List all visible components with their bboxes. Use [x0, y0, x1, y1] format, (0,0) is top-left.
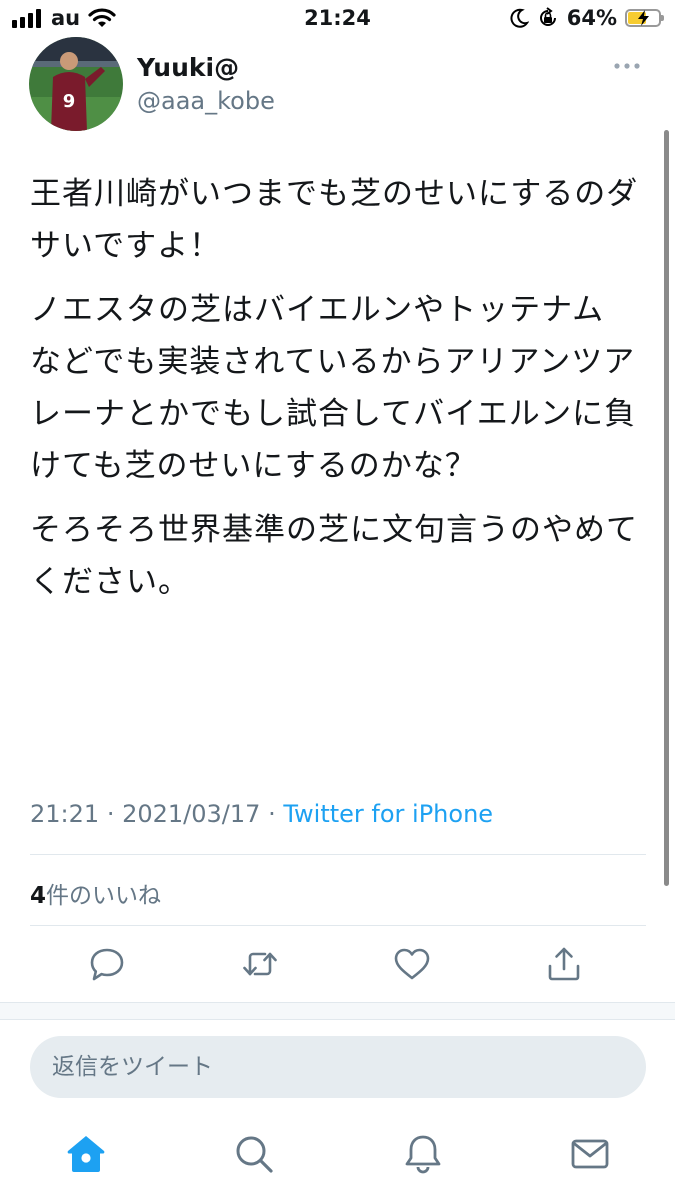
meta-separator: · — [106, 800, 115, 828]
status-right: 64% — [509, 6, 664, 30]
messages-icon[interactable] — [569, 1133, 611, 1175]
display-name[interactable]: Yuuki@ — [137, 53, 239, 82]
likes-count[interactable]: 4件のいいね — [30, 876, 161, 910]
notifications-icon[interactable] — [402, 1133, 444, 1175]
tweet-source-link[interactable]: Twitter for iPhone — [283, 800, 493, 828]
avatar-image: 9 — [29, 37, 123, 131]
share-icon[interactable] — [545, 945, 583, 983]
likes-label: 件のいいね — [46, 883, 162, 909]
divider — [30, 854, 646, 855]
tweet-paragraph: そろそろ世界基準の芝に文句言うのやめてください。 — [30, 512, 638, 600]
user-handle[interactable]: @aaa_kobe — [137, 87, 275, 115]
tweet-paragraph: ノエスタの芝はバイエルンやトッテナム などでも実装されているからアリアンツアレー… — [30, 292, 637, 484]
reply-icon[interactable] — [88, 945, 126, 983]
charging-bolt-icon — [638, 10, 649, 26]
home-icon[interactable] — [65, 1133, 107, 1175]
divider — [30, 925, 646, 926]
search-icon[interactable] — [233, 1133, 275, 1175]
retweet-icon[interactable] — [241, 945, 279, 983]
section-divider — [0, 1002, 675, 1020]
svg-text:9: 9 — [63, 91, 76, 112]
battery-icon — [625, 9, 664, 27]
tweet-date: 2021/03/17 — [122, 800, 261, 828]
more-options-icon[interactable] — [612, 56, 642, 76]
moon-icon — [510, 8, 529, 28]
tweet-time: 21:21 — [30, 800, 100, 828]
tweet-paragraph: 王者川崎がいつまでも芝のせいにするのダサいですよ！ — [30, 176, 639, 264]
reply-input[interactable] — [30, 1036, 646, 1098]
scrollbar[interactable] — [664, 130, 669, 886]
like-icon[interactable] — [393, 945, 431, 983]
meta-separator: · — [268, 800, 276, 828]
status-bar: au 21:24 64% — [0, 0, 675, 38]
tweet-meta: 21:21 · 2021/03/17 · Twitter for iPhone — [30, 800, 493, 828]
tweet-text: 王者川崎がいつまでも芝のせいにするのダサいですよ！ ノエスタの芝はバイエルンやト… — [30, 168, 645, 620]
orientation-lock-icon — [539, 7, 556, 26]
avatar[interactable]: 9 — [29, 37, 123, 131]
battery-percent: 64% — [566, 6, 617, 30]
battery-tip — [661, 15, 664, 21]
likes-number: 4 — [30, 883, 47, 909]
